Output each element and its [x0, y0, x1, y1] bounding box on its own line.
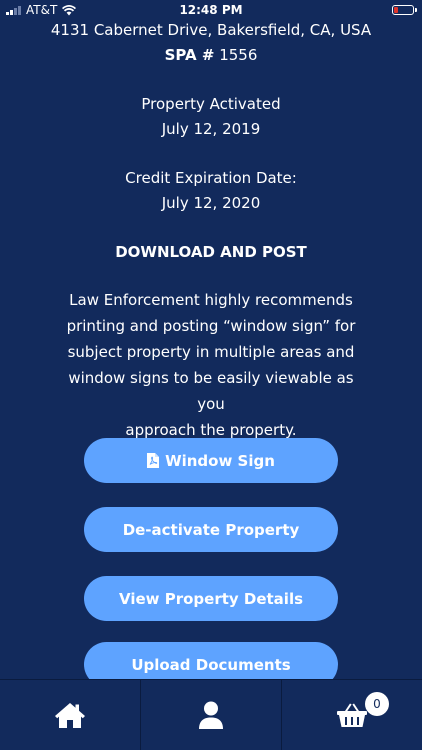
download-description: Law Enforcement highly recommends printi…	[60, 287, 362, 443]
description-line: subject property in multiple areas and	[67, 343, 355, 361]
description-line: Law Enforcement highly recommends	[69, 291, 353, 309]
status-time: 12:48 PM	[179, 3, 243, 17]
spa-label: SPA #	[164, 46, 215, 64]
description-line: window signs to be easily viewable as yo…	[68, 369, 354, 413]
deactivate-property-button[interactable]: De-activate Property	[84, 507, 338, 552]
basket-icon	[337, 703, 367, 727]
activated-date: July 12, 2019	[161, 120, 261, 138]
download-heading: DOWNLOAD AND POST	[115, 243, 307, 261]
tab-home[interactable]	[0, 680, 141, 750]
details-label: View Property Details	[118, 589, 304, 608]
pdf-file-icon	[147, 453, 160, 468]
spa-number-line: SPA # 1556	[0, 42, 422, 68]
activated-label: Property Activated	[141, 95, 281, 113]
user-icon	[199, 701, 223, 729]
expiry-date: July 12, 2020	[161, 194, 261, 212]
window-sign-label: Window Sign	[165, 451, 275, 470]
upload-label: Upload Documents	[131, 655, 291, 674]
spa-number: 1556	[219, 46, 258, 64]
tab-cart[interactable]: 0	[282, 680, 422, 750]
battery-level	[394, 7, 398, 13]
home-icon	[55, 703, 85, 728]
deactivate-label: De-activate Property	[122, 520, 300, 539]
tab-profile[interactable]	[141, 680, 282, 750]
tab-bar: 0	[0, 679, 422, 750]
cart-count-badge: 0	[365, 692, 389, 716]
description-line: printing and posting “window sign” for	[66, 317, 356, 335]
expiry-label: Credit Expiration Date:	[125, 169, 297, 187]
view-property-details-button[interactable]: View Property Details	[84, 576, 338, 621]
property-address: 4131 Cabernet Drive, Bakersfield, CA, US…	[50, 21, 372, 39]
battery-icon	[392, 5, 417, 15]
window-sign-button[interactable]: Window Sign	[84, 438, 338, 483]
